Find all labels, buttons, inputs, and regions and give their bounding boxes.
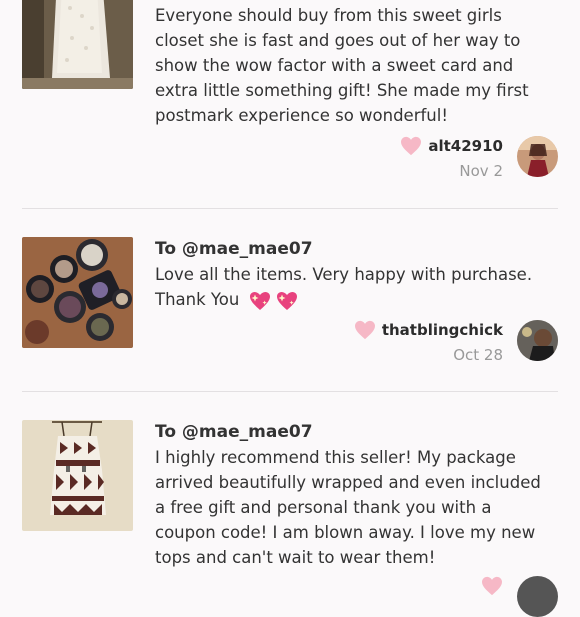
patterned-tank-top-photo-icon [22, 420, 133, 531]
heart-icon[interactable] [481, 576, 503, 596]
user-avatar-photo-icon [517, 136, 558, 177]
avatar[interactable] [517, 136, 558, 177]
listing-thumbnail[interactable] [22, 237, 133, 348]
listing-thumbnail[interactable] [22, 420, 133, 531]
review-recipient[interactable]: To @mae_mae07 [155, 237, 555, 262]
review-text: I highly recommend this seller! My packa… [155, 448, 541, 567]
sparkling-heart-emoji-icon [276, 291, 297, 310]
reviewer-username[interactable]: alt42910 [428, 137, 503, 155]
eyeshadow-palettes-photo-icon [22, 237, 133, 348]
review-date: Nov 2 [459, 162, 503, 180]
white-lace-dress-photo-icon [22, 0, 133, 89]
review-date: Oct 28 [453, 346, 503, 364]
avatar[interactable] [517, 576, 558, 617]
avatar[interactable] [517, 320, 558, 361]
listing-thumbnail[interactable] [22, 0, 133, 89]
review-recipient[interactable]: To @mae_mae07 [155, 420, 555, 445]
sparkling-heart-emoji-icon [249, 291, 270, 310]
divider [22, 208, 558, 209]
review-text: Love all the items. Very happy with purc… [155, 262, 555, 312]
user-avatar-photo-icon [517, 320, 558, 361]
review-text-content: Love all the items. Very happy with purc… [155, 265, 533, 309]
reviewer-username[interactable]: thatblingchick [382, 321, 503, 339]
heart-icon[interactable] [354, 320, 376, 340]
divider [22, 391, 558, 392]
heart-icon[interactable] [400, 136, 422, 156]
review-text: Everyone should buy from this sweet girl… [155, 6, 529, 125]
